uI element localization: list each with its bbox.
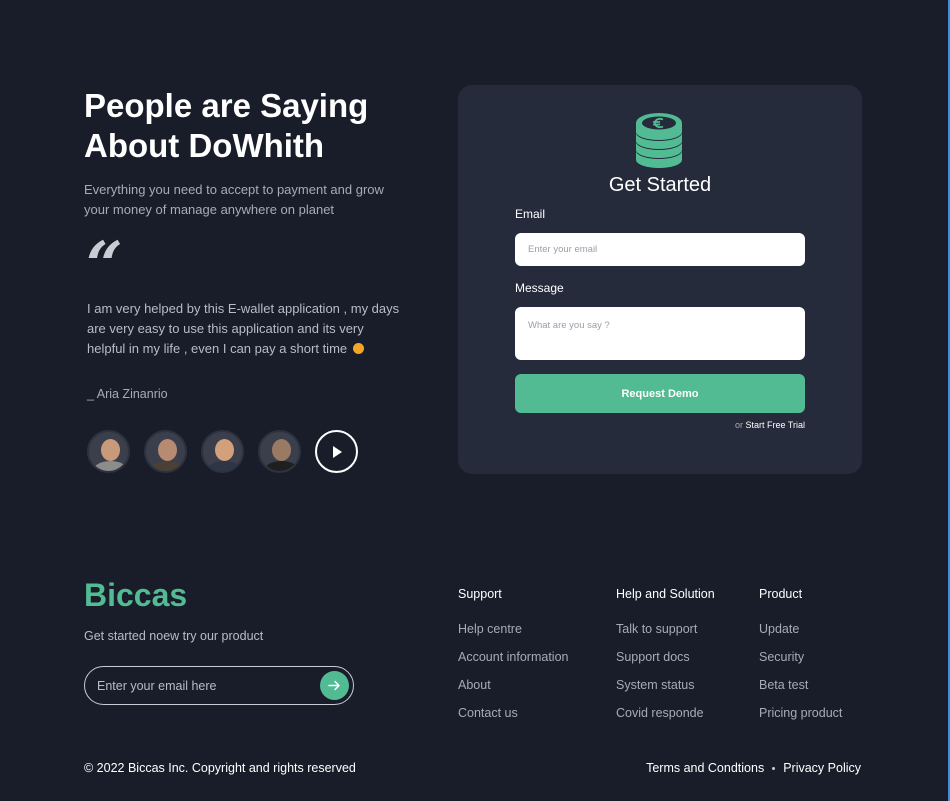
form-title: Get Started (608, 174, 712, 196)
footer-link[interactable]: Pricing product (759, 706, 842, 734)
footer-column-product: Product Update Security Beta test Pricin… (759, 587, 842, 734)
testimonial-quote: I am very helped by this E-wallet applic… (87, 299, 402, 359)
coins-icon (636, 113, 682, 168)
footer-column-heading: Support (458, 587, 502, 601)
separator-dot (772, 766, 776, 770)
play-icon (332, 445, 342, 458)
footer-column-support: Support Help centre Account information … (458, 587, 568, 734)
footer-column-heading: Help and Solution (616, 587, 715, 601)
avatar[interactable] (258, 430, 301, 473)
brand-tagline: Get started noew try our product (84, 629, 264, 643)
footer-link[interactable]: Security (759, 650, 842, 678)
subscribe-email-input[interactable] (97, 676, 307, 696)
free-trial-line: or Start Free Trial (735, 420, 805, 430)
section-subtitle: Everything you need to accept to payment… (84, 182, 384, 217)
smiling-face-emoji-icon (352, 343, 364, 354)
avatar-row (87, 430, 358, 473)
trial-prefix: or (734, 420, 743, 430)
footer-link[interactable]: System status (616, 678, 715, 706)
subscribe-button[interactable] (320, 671, 349, 700)
footer-link[interactable]: Help centre (458, 622, 568, 650)
copyright-text: © 2022 Biccas Inc. Copyright and rights … (84, 761, 356, 775)
footer-link[interactable]: Covid responde (616, 706, 715, 734)
footer-link[interactable]: Account information (458, 650, 568, 678)
arrow-right-icon (328, 680, 340, 691)
avatar[interactable] (144, 430, 187, 473)
footer-link[interactable]: Update (759, 622, 842, 650)
message-field[interactable] (515, 307, 805, 360)
quote-icon: “ (86, 228, 123, 303)
privacy-policy-link[interactable]: Privacy Policy (783, 761, 861, 775)
footer-link[interactable]: Support docs (616, 650, 715, 678)
avatar[interactable] (201, 430, 244, 473)
play-video-button[interactable] (315, 430, 358, 473)
testimonial-author: _ Aria Zinanrio (87, 387, 168, 401)
footer-column-help: Help and Solution Talk to support Suppor… (616, 587, 715, 734)
terms-link[interactable]: Terms and Condtions (646, 761, 764, 775)
start-free-trial-link[interactable]: Start Free Trial (745, 420, 805, 430)
footer-column-heading: Product (759, 587, 803, 601)
avatar[interactable] (87, 430, 130, 473)
message-label: Message (515, 281, 564, 295)
section-title: People are Saying About DoWhith (84, 87, 369, 164)
email-label: Email (515, 207, 546, 221)
request-demo-button[interactable]: Request Demo (515, 374, 805, 413)
legal-links: Terms and Condtions Privacy Policy (646, 761, 861, 775)
footer-link[interactable]: Talk to support (616, 622, 715, 650)
brand-logo[interactable]: Biccas (84, 577, 187, 614)
subscribe-form (84, 666, 354, 705)
email-field[interactable] (515, 233, 805, 266)
footer-link[interactable]: Contact us (458, 706, 568, 734)
footer-link[interactable]: Beta test (759, 678, 842, 706)
footer-link[interactable]: About (458, 678, 568, 706)
get-started-card: Get Started Email Message Request Demo o… (458, 85, 862, 474)
